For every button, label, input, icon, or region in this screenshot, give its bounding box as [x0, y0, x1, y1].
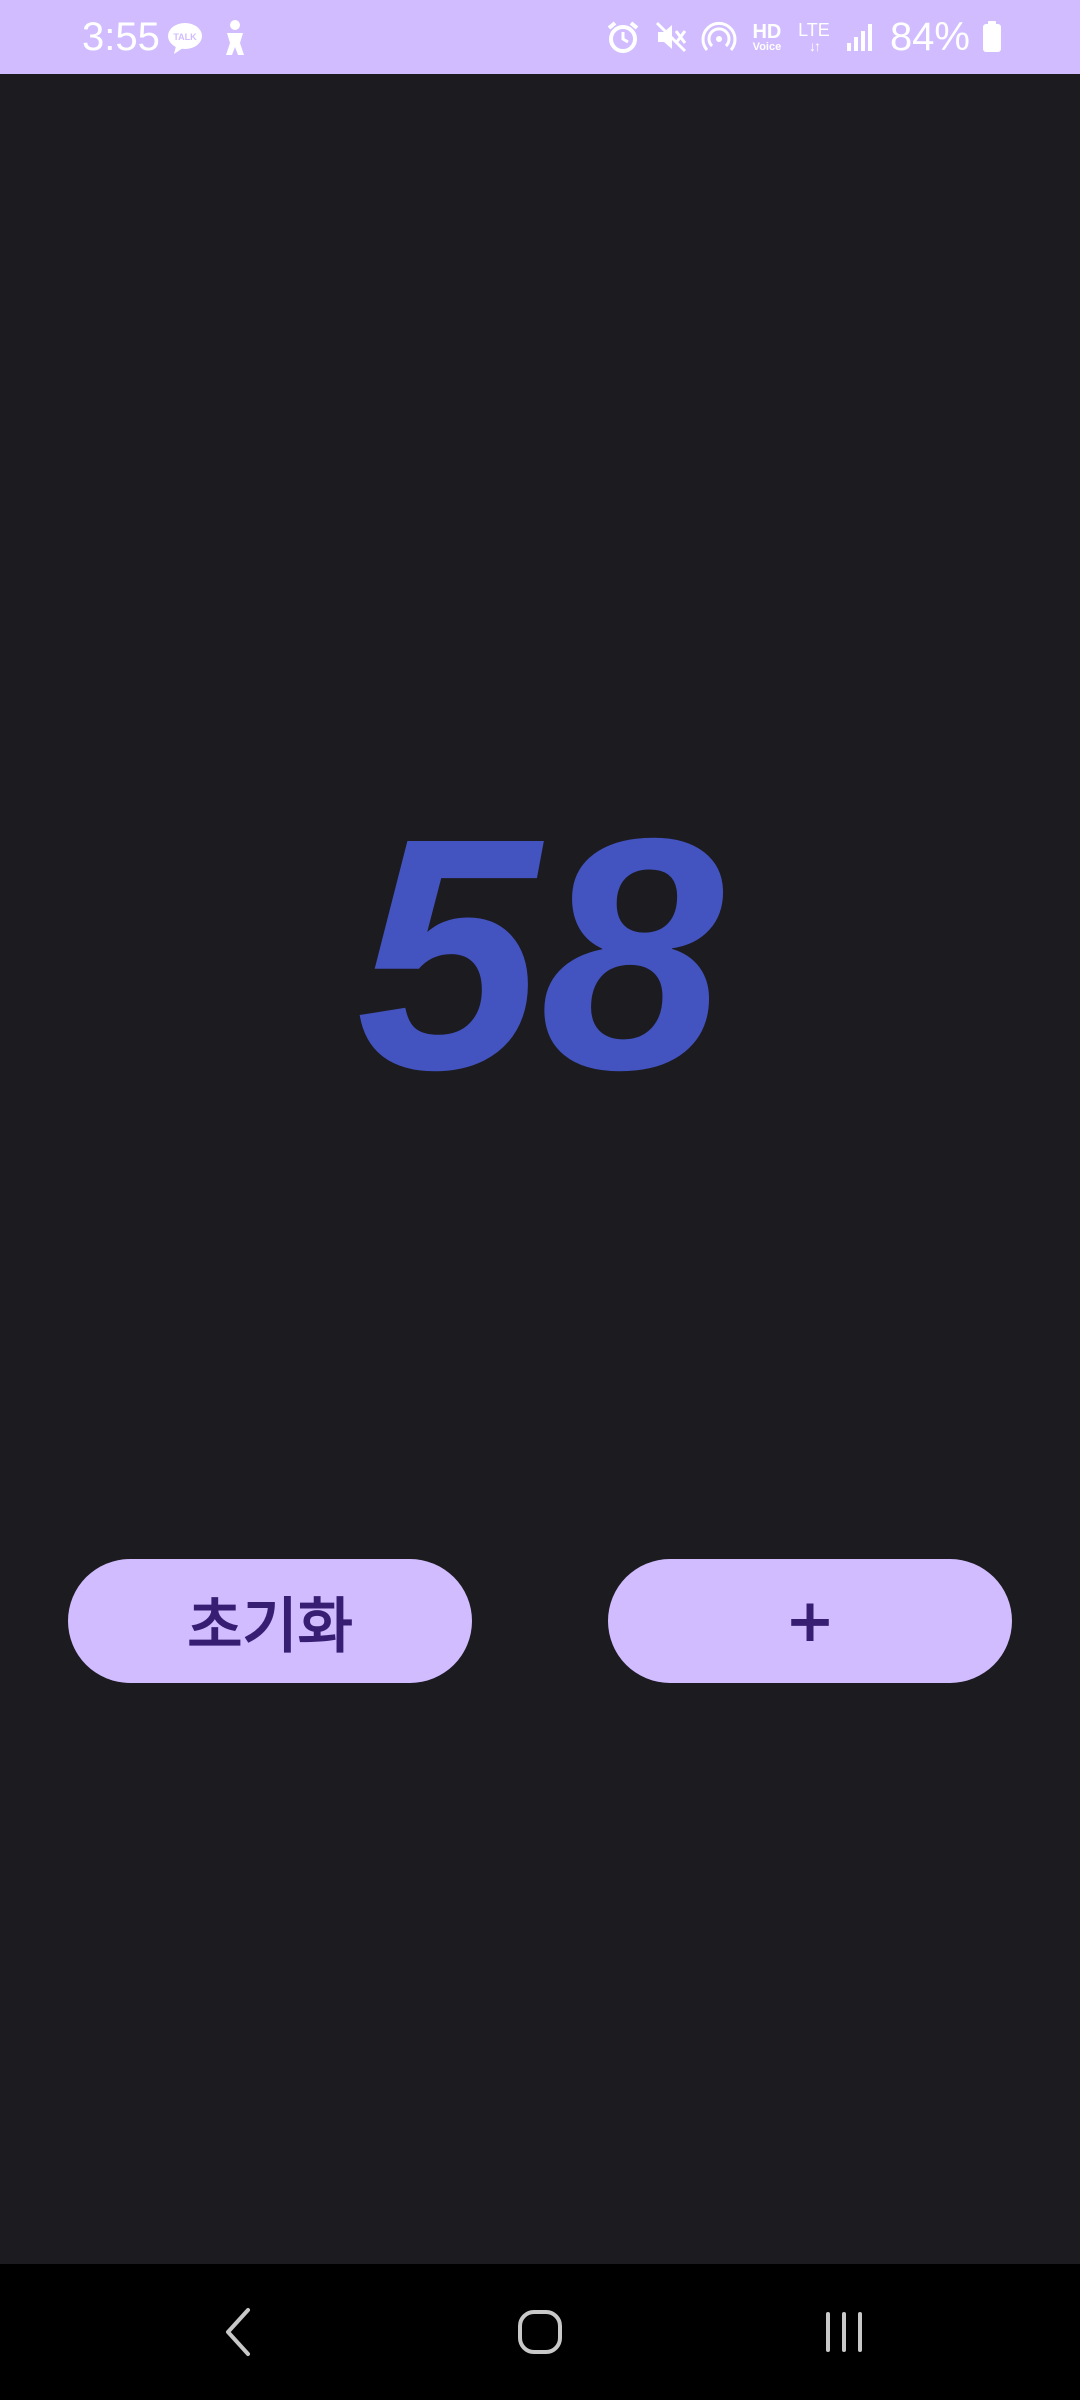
signal-icon [842, 17, 880, 57]
home-icon[interactable] [510, 2302, 570, 2362]
navigation-bar [0, 2264, 1080, 2400]
voice-label: Voice [752, 40, 782, 53]
back-icon[interactable] [208, 2302, 268, 2362]
reset-button[interactable]: 초기화 [68, 1559, 472, 1683]
recents-icon[interactable] [814, 2302, 874, 2362]
status-left-icons: TALK [166, 18, 254, 58]
main-content: 58 초기화 + [0, 74, 1080, 2264]
accessibility-icon [216, 18, 254, 58]
hotspot-icon [700, 17, 738, 57]
mute-icon [652, 17, 690, 57]
status-right-icons: HD Voice LTE ↓↑ 84% [604, 14, 1004, 60]
kakaotalk-label: TALK [173, 32, 197, 42]
battery-icon [980, 17, 1004, 57]
increment-button[interactable]: + [608, 1559, 1012, 1683]
counter-value: 58 [356, 769, 724, 1138]
status-bar: 3:55 TALK HD Voice LTE ↓↑ 84% [0, 0, 1080, 74]
hd-voice-icon: HD Voice [748, 22, 786, 53]
status-time: 3:55 [82, 15, 160, 59]
hd-label: HD [752, 20, 782, 43]
lte-label: LTE [798, 20, 830, 40]
battery-percent: 84% [889, 15, 970, 59]
lte-arrows-icon: ↓↑ [808, 38, 821, 54]
kakaotalk-icon: TALK [166, 18, 204, 58]
alarm-icon [604, 17, 642, 57]
lte-icon: LTE ↓↑ [796, 21, 832, 53]
